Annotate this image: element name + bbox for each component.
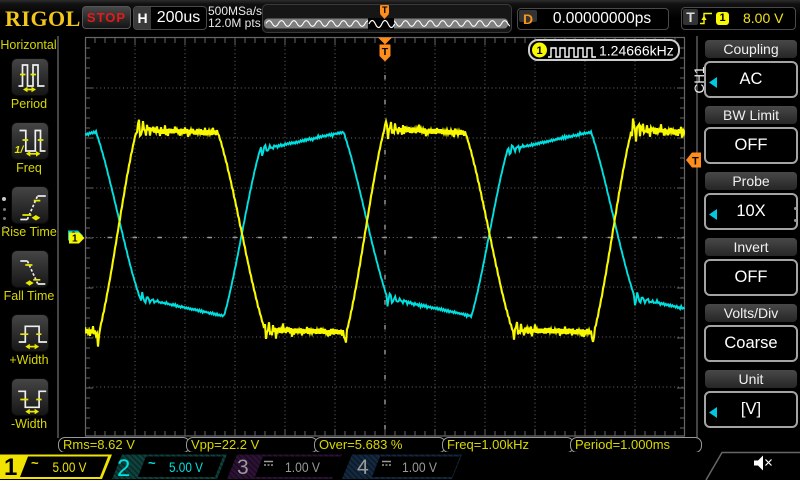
svg-text:~: ~ (148, 456, 156, 471)
svg-text:1.24666kHz: 1.24666kHz (599, 43, 674, 59)
svg-text:1: 1 (72, 234, 78, 245)
svg-text:1.00 V: 1.00 V (285, 459, 321, 475)
svg-text:1: 1 (4, 454, 17, 480)
svg-text:T: T (692, 156, 699, 168)
svg-text:5.00 V: 5.00 V (169, 459, 204, 475)
svg-text:2: 2 (117, 455, 130, 480)
svg-text:4: 4 (357, 456, 369, 479)
svg-text:1.00 V: 1.00 V (402, 459, 438, 475)
svg-text:T: T (382, 5, 388, 15)
svg-text:T: T (382, 46, 389, 58)
svg-text:3: 3 (237, 456, 249, 479)
svg-text:1: 1 (537, 45, 543, 57)
svg-text:5.00 V: 5.00 V (53, 459, 88, 475)
svg-text:~: ~ (31, 456, 39, 471)
svg-text:1/: 1/ (15, 144, 25, 156)
